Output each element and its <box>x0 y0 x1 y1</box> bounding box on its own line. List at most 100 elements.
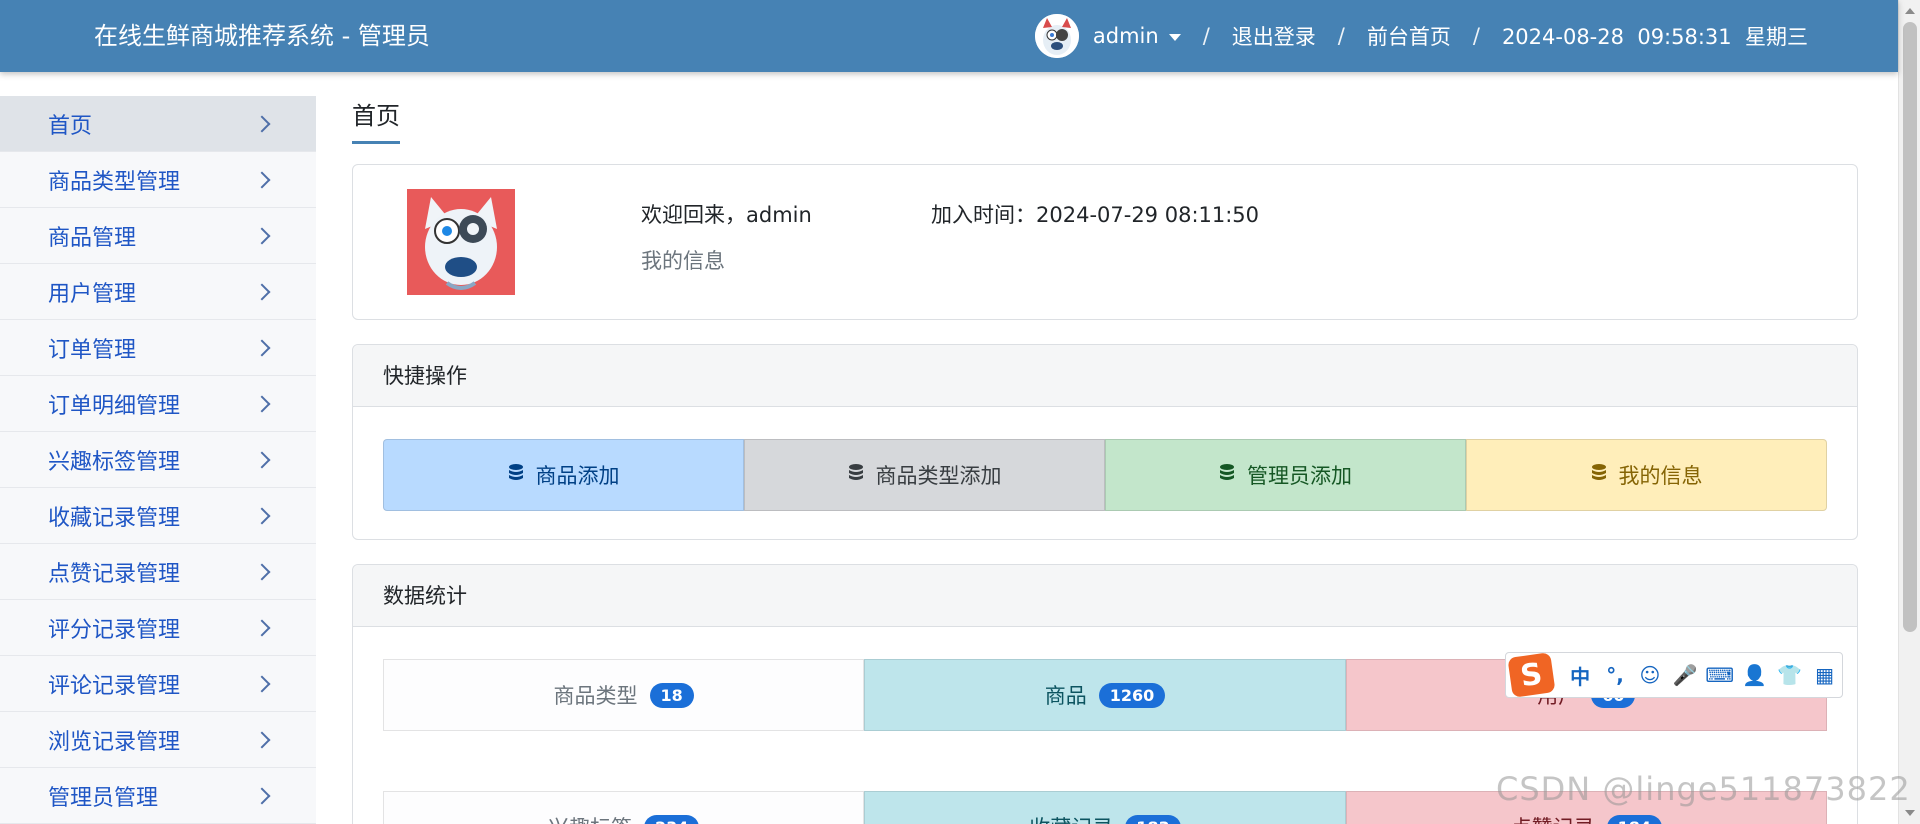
skin-shirt-icon[interactable]: 👕 <box>1772 663 1807 687</box>
user-avatar[interactable] <box>1034 14 1079 58</box>
sidebar: 首页 商品类型管理 商品管理 用户管理 订单管理 订单明细管理 兴趣标签管理 收… <box>0 96 316 824</box>
sidebar-item-comments[interactable]: 评论记录管理 <box>0 656 316 712</box>
chevron-right-icon <box>253 675 271 692</box>
user-menu-dropdown[interactable]: admin <box>1093 24 1181 48</box>
stat-label: 商品类型 <box>553 684 638 708</box>
database-icon <box>1591 463 1607 488</box>
sogou-logo-icon[interactable]: S <box>1507 652 1556 698</box>
quick-actions-card: 快捷操作 商品添加 商品类型添加 管理员添加 我的信息 <box>352 344 1858 540</box>
sidebar-item-admins[interactable]: 管理员管理 <box>0 768 316 824</box>
sidebar-item-likes[interactable]: 点赞记录管理 <box>0 544 316 600</box>
chevron-right-icon <box>253 731 271 748</box>
add-admin-button[interactable]: 管理员添加 <box>1105 439 1466 511</box>
microphone-icon[interactable]: 🎤 <box>1667 663 1702 687</box>
database-icon <box>848 463 864 488</box>
database-icon <box>508 463 524 488</box>
punctuation-icon[interactable]: °, <box>1598 663 1633 687</box>
sidebar-item-label: 商品管理 <box>48 225 137 251</box>
nav-separator: / <box>1337 24 1345 48</box>
my-info-link[interactable]: 我的信息 <box>641 245 725 275</box>
sidebar-item-users[interactable]: 用户管理 <box>0 264 316 320</box>
sidebar-item-home[interactable]: 首页 <box>0 96 316 152</box>
chevron-right-icon <box>253 787 271 804</box>
welcome-text: 欢迎回来，admin <box>641 203 812 227</box>
sidebar-item-label: 订单明细管理 <box>48 393 181 419</box>
chevron-right-icon <box>253 619 271 636</box>
count-badge: 184 <box>1606 814 1663 824</box>
sidebar-item-label: 首页 <box>48 113 93 139</box>
button-label: 商品类型添加 <box>875 464 1002 488</box>
sidebar-item-label: 评分记录管理 <box>48 617 181 643</box>
button-label: 管理员添加 <box>1247 464 1352 488</box>
main-content: 首页 欢迎回来，admin 加入时间：2024-07-29 08:11:50 我… <box>352 96 1858 824</box>
stat-interest-tags[interactable]: 兴趣标签 234 <box>383 791 865 824</box>
add-product-button[interactable]: 商品添加 <box>383 439 744 511</box>
count-badge: 183 <box>1125 814 1181 824</box>
sidebar-item-products[interactable]: 商品管理 <box>0 208 316 264</box>
sidebar-item-label: 浏览记录管理 <box>48 729 181 755</box>
quick-actions-group: 商品添加 商品类型添加 管理员添加 我的信息 <box>383 439 1827 511</box>
stat-favorites[interactable]: 收藏记录 183 <box>864 791 1346 824</box>
front-home-link[interactable]: 前台首页 <box>1367 21 1451 51</box>
chevron-right-icon <box>253 283 271 300</box>
chevron-right-icon <box>253 395 271 412</box>
ime-toolbar: S 中 °, ☺ 🎤 ⌨ 👤 👕 ▦ <box>1505 652 1843 698</box>
profile-avatar <box>407 189 515 295</box>
datetime-display: 2024-08-28 09:58:31 星期三 <box>1501 25 1808 49</box>
nav-separator: / <box>1202 24 1210 48</box>
sidebar-item-label: 用户管理 <box>48 281 137 307</box>
join-time: 加入时间：2024-07-29 08:11:50 <box>931 203 1260 227</box>
chevron-right-icon <box>253 339 271 356</box>
logout-link[interactable]: 退出登录 <box>1232 21 1316 51</box>
sidebar-item-interest-tags[interactable]: 兴趣标签管理 <box>0 432 316 488</box>
count-badge: 1260 <box>1098 682 1166 708</box>
chinese-mode-icon[interactable]: 中 <box>1563 661 1598 690</box>
sidebar-item-ratings[interactable]: 评分记录管理 <box>0 600 316 656</box>
username-label: admin <box>1092 24 1159 48</box>
vertical-scrollbar[interactable] <box>1898 0 1920 824</box>
top-nav: admin / 退出登录 / 前台首页 / 2024-08-28 09:58:3… <box>1034 0 1808 72</box>
sidebar-item-label: 收藏记录管理 <box>48 505 181 531</box>
sidebar-item-label: 管理员管理 <box>48 785 159 811</box>
chevron-right-icon <box>253 171 271 188</box>
button-label: 商品添加 <box>535 464 620 488</box>
sidebar-item-favorites[interactable]: 收藏记录管理 <box>0 488 316 544</box>
stat-label: 商品 <box>1044 684 1087 708</box>
count-badge: 234 <box>643 814 700 824</box>
chevron-right-icon <box>253 115 271 132</box>
csdn-watermark: CSDN @linge511873822 <box>1496 770 1911 808</box>
add-product-type-button[interactable]: 商品类型添加 <box>744 439 1105 511</box>
user-icon[interactable]: 👤 <box>1737 663 1772 687</box>
sidebar-item-order-details[interactable]: 订单明细管理 <box>0 376 316 432</box>
sidebar-item-label: 商品类型管理 <box>48 169 181 195</box>
profile-card: 欢迎回来，admin 加入时间：2024-07-29 08:11:50 我的信息 <box>352 164 1858 320</box>
count-badge: 18 <box>649 682 694 708</box>
sidebar-item-label: 订单管理 <box>48 337 137 363</box>
sidebar-item-label: 点赞记录管理 <box>48 561 181 587</box>
sidebar-item-label: 兴趣标签管理 <box>48 449 181 475</box>
scroll-up-arrow-icon[interactable] <box>1905 8 1915 14</box>
app-title: 在线生鲜商城推荐系统 - 管理员 <box>94 22 430 50</box>
tab-home[interactable]: 首页 <box>352 96 400 144</box>
grid-menu-icon[interactable]: ▦ <box>1807 663 1842 687</box>
stat-products[interactable]: 商品 1260 <box>864 659 1346 731</box>
sidebar-item-browsing[interactable]: 浏览记录管理 <box>0 712 316 768</box>
database-icon <box>1219 463 1235 488</box>
nav-separator: / <box>1472 24 1480 48</box>
sidebar-item-orders[interactable]: 订单管理 <box>0 320 316 376</box>
chevron-right-icon <box>253 227 271 244</box>
stat-product-types[interactable]: 商品类型 18 <box>383 659 865 731</box>
scrollbar-thumb[interactable] <box>1903 22 1917 632</box>
stat-label: 收藏记录 <box>1029 812 1113 824</box>
quick-actions-title: 快捷操作 <box>353 345 1857 407</box>
caret-down-icon <box>1168 33 1181 41</box>
top-header: 在线生鲜商城推荐系统 - 管理员 admin / 退出登录 / 前台首页 / 2… <box>0 0 1898 72</box>
stat-label: 点赞记录 <box>1511 812 1595 824</box>
chevron-right-icon <box>253 507 271 524</box>
chevron-right-icon <box>253 451 271 468</box>
scroll-down-arrow-icon[interactable] <box>1905 810 1915 816</box>
keyboard-icon[interactable]: ⌨ <box>1702 663 1737 687</box>
emoji-icon[interactable]: ☺ <box>1633 663 1668 687</box>
my-info-button[interactable]: 我的信息 <box>1466 439 1827 511</box>
sidebar-item-product-types[interactable]: 商品类型管理 <box>0 152 316 208</box>
